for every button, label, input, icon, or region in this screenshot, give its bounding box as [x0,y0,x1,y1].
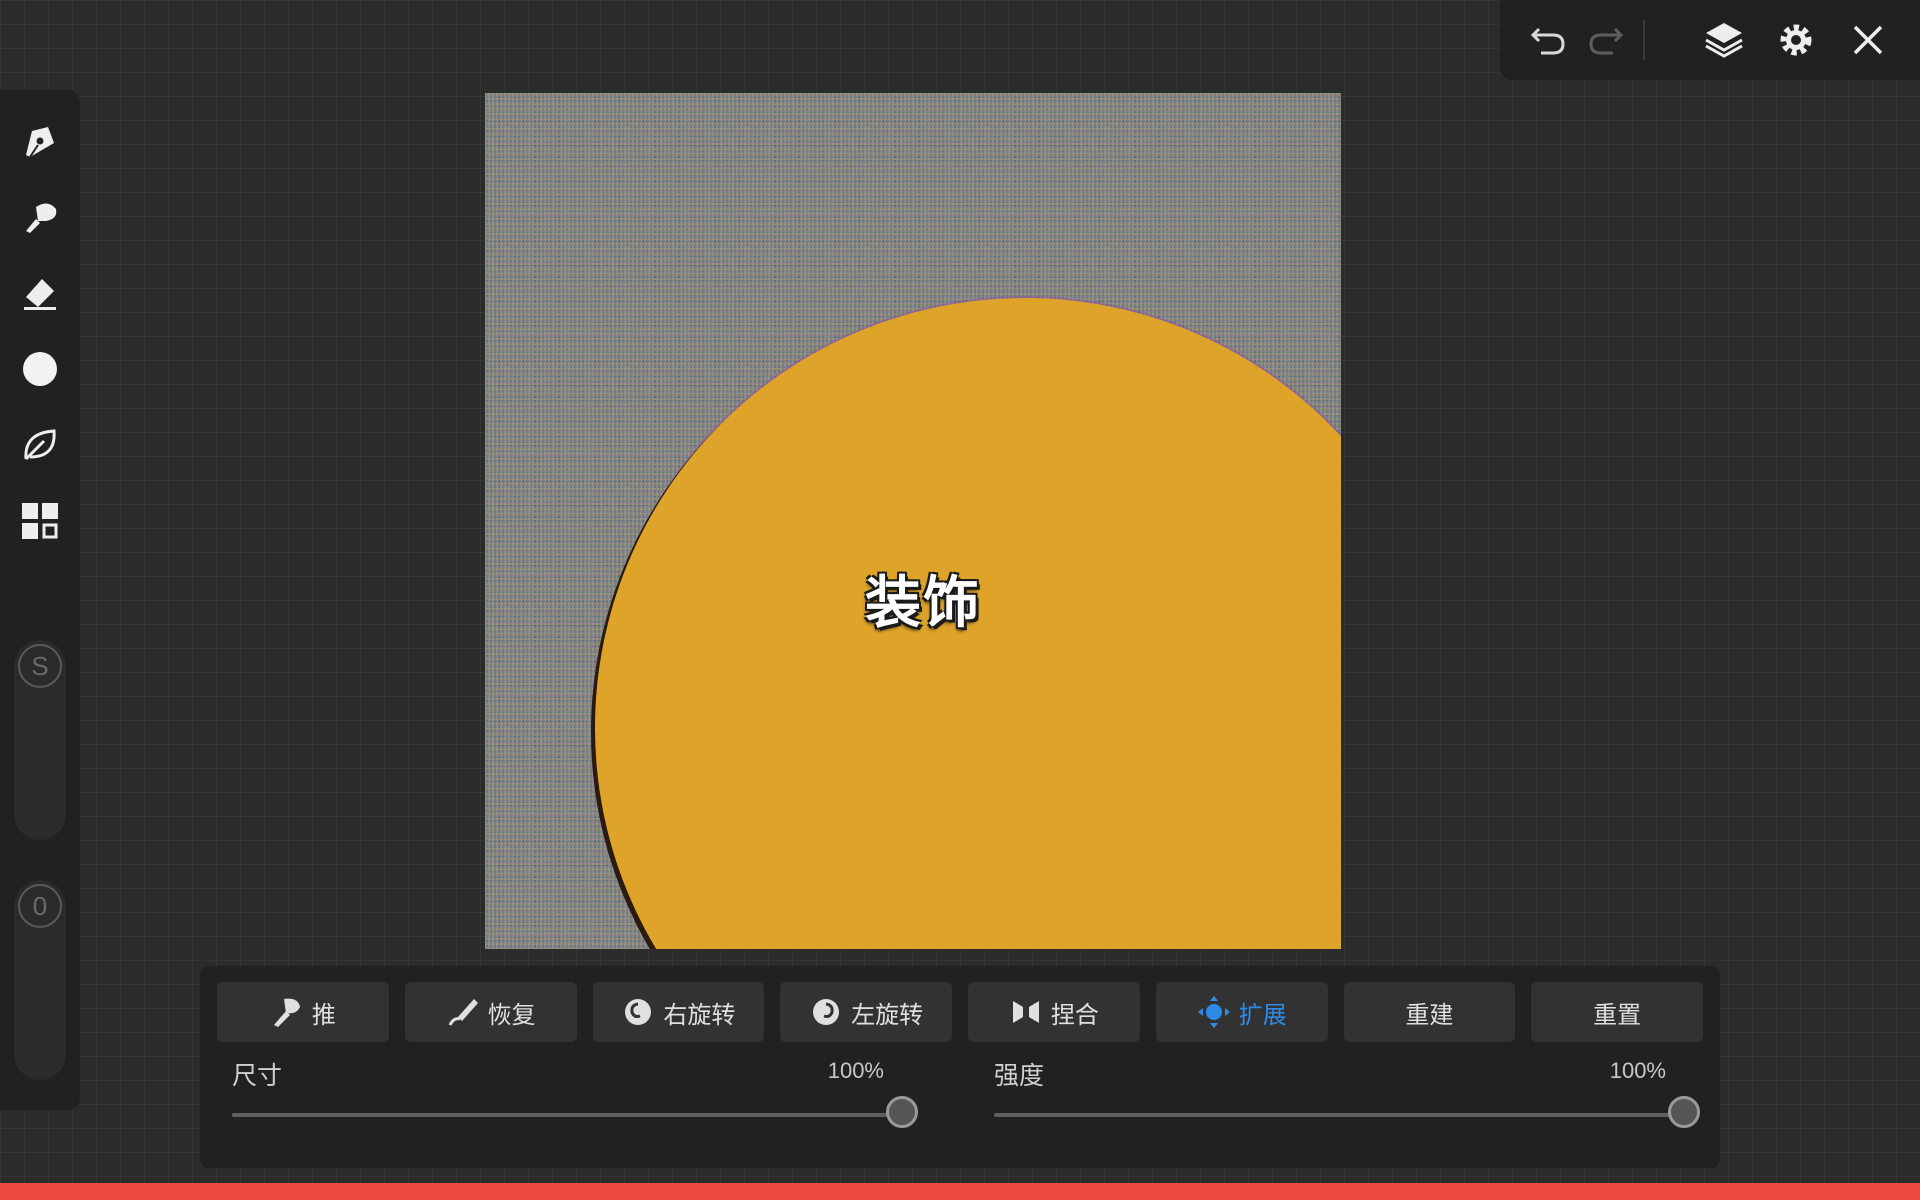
brush-opacity-slider[interactable]: 0 [14,880,66,1080]
redo-button[interactable] [1578,12,1634,68]
strength-slider-track[interactable] [994,1096,1700,1128]
gear-icon [1780,24,1812,56]
brush-opacity-knob[interactable]: 0 [18,884,62,928]
size-label: 尺寸 [232,1061,283,1090]
strength-slider-fill [994,1113,1684,1117]
layers-icon [1705,23,1743,58]
toolbar-separator [1643,20,1645,60]
push-button[interactable]: 推 [217,982,389,1042]
size-slider-fill [232,1113,902,1117]
expand-label: 扩展 [1238,1000,1287,1029]
eraser-tool-button[interactable] [10,263,70,323]
close-button[interactable] [1840,12,1896,68]
gallery-button[interactable] [10,491,70,551]
twirl-left-label: 左旋转 [851,1000,924,1029]
twirl-left-icon [813,999,840,1025]
size-slider-group: 尺寸 100% [232,1056,932,1156]
push-label: 推 [311,1000,336,1029]
liquify-tool-button[interactable] [10,415,70,475]
eraser-icon [24,279,56,310]
status-bar [0,1183,1920,1200]
reset-button[interactable]: 重置 [1531,982,1703,1042]
smudge-brush-icon [26,203,57,233]
expand-button[interactable]: 扩展 [1155,982,1328,1042]
strength-value: 100% [1609,1058,1666,1083]
color-button[interactable] [10,339,70,399]
reconstruct-label: 重建 [1405,1000,1454,1029]
color-circle-icon [23,352,57,386]
restore-icon [448,999,478,1026]
size-value: 100% [827,1058,884,1083]
close-icon [1853,25,1883,55]
brush-size-slider[interactable]: S [14,640,66,840]
grid-icon [22,503,58,539]
size-slider-track[interactable] [232,1096,918,1128]
twirl-right-label: 右旋转 [663,1000,736,1029]
top-toolbar [1500,0,1920,80]
strength-slider-thumb[interactable] [1668,1096,1700,1128]
settings-button[interactable] [1768,12,1824,68]
brush-size-knob[interactable]: S [18,644,62,688]
smudge-tool-button[interactable] [10,187,70,247]
twirl-left-button[interactable]: 左旋转 [780,982,952,1042]
undo-icon [1530,27,1565,55]
restore-button[interactable]: 恢复 [404,982,577,1042]
undo-button[interactable] [1520,12,1576,68]
strength-slider-group: 强度 100% [994,1056,1700,1156]
push-icon [273,998,300,1027]
expand-icon [1197,996,1230,1028]
restore-label: 恢复 [487,1000,536,1029]
twirl-right-button[interactable]: 右旋转 [592,982,765,1042]
pen-tool-button[interactable] [10,111,70,171]
twirl-right-icon [625,999,652,1025]
pinch-label: 捏合 [1050,1000,1099,1029]
pinch-icon [1012,1001,1039,1023]
size-slider-thumb[interactable] [886,1096,918,1128]
reset-label: 重置 [1593,1000,1642,1029]
pinch-button[interactable]: 捏合 [968,982,1140,1042]
leaf-icon [24,429,56,461]
layers-button[interactable] [1696,12,1752,68]
pen-nib-icon [26,127,54,158]
left-toolbar: S 0 [0,90,80,1110]
canvas-title-text: 装饰 [865,571,981,636]
liquify-panel: 推 恢复 右旋转 左旋转 捏合 扩展 重建 重置 尺寸 100% 强度 100% [200,966,1720,1168]
redo-icon [1589,27,1624,55]
strength-label: 强度 [994,1061,1045,1090]
reconstruct-button[interactable]: 重建 [1343,982,1516,1042]
liquify-mode-tabs: 推 恢复 右旋转 左旋转 捏合 扩展 重建 重置 [217,982,1703,1042]
drawing-canvas[interactable]: 装饰 [485,93,1341,949]
